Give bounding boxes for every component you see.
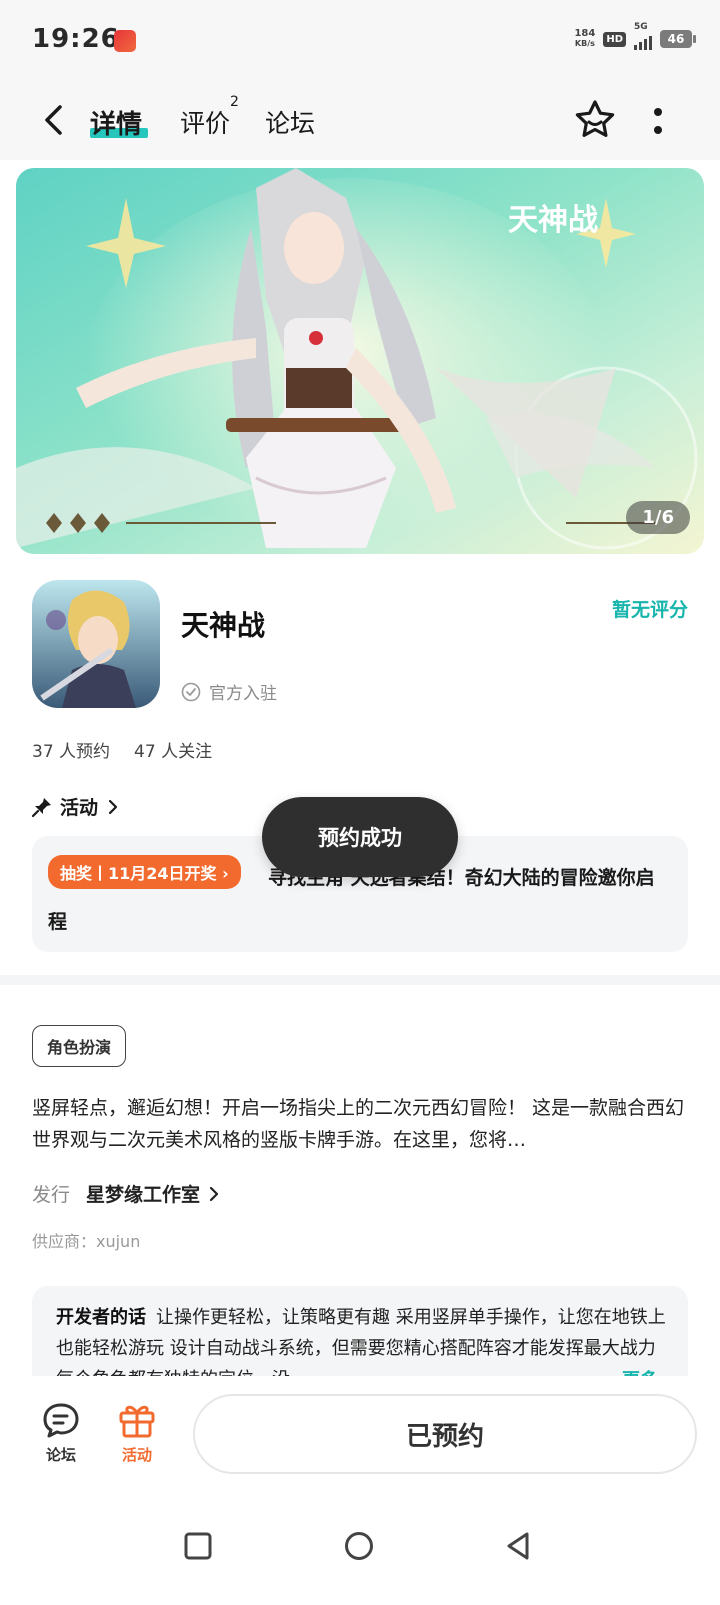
banner-watermark-text: 天神战 <box>508 203 598 238</box>
network-type: 5G <box>634 22 648 32</box>
official-label: 官方入驻 <box>209 684 277 704</box>
publisher-name-text: 星梦缘工作室 <box>86 1184 201 1206</box>
rating-text: 暂无评分 <box>611 599 688 621</box>
hd-icon: HD <box>603 31 626 47</box>
more-options-icon[interactable] <box>652 106 664 136</box>
pin-icon <box>32 797 51 817</box>
status-indicators: 184 KB/s HD 5G 46 <box>574 22 696 50</box>
app-icon <box>32 580 160 708</box>
back-arrow-icon[interactable] <box>36 102 72 138</box>
publisher-label: 发行 <box>32 1184 71 1206</box>
network-speed-value: 184 <box>574 28 596 39</box>
activity-header[interactable]: 活动 <box>32 793 120 820</box>
genre-tag[interactable]: 角色扮演 <box>32 1025 127 1067</box>
forum-button[interactable]: 论坛 <box>31 1400 91 1465</box>
banner-carousel[interactable]: 天神战 1/6 <box>16 168 704 554</box>
activity-heading: 活动 <box>60 797 99 819</box>
publisher-name: 星梦缘工作室 <box>86 1180 220 1207</box>
developer-notes-text: 让操作更轻松，让策略更有趣 采用竖屏单手操作，让您在地铁上也能轻松游玩 设计自动… <box>56 1307 666 1376</box>
battery-icon: 46 <box>660 30 696 48</box>
recent-apps-icon[interactable] <box>182 1530 214 1562</box>
favorite-star-icon[interactable] <box>572 97 618 143</box>
tab-details[interactable]: 详情 <box>90 104 142 141</box>
forum-chat-icon <box>43 1403 79 1438</box>
network-speed: 184 KB/s <box>574 29 595 49</box>
verified-check-icon <box>181 682 201 701</box>
banner-image: 天神战 <box>16 168 704 554</box>
developer-notes: 开发者的话 让操作更轻松，让策略更有趣 采用竖屏单手操作，让您在地铁上也能轻松游玩… <box>56 1302 666 1376</box>
home-icon[interactable] <box>343 1530 375 1562</box>
chevron-right-icon <box>209 1186 219 1201</box>
notification-app-icon <box>114 30 136 52</box>
reserved-button[interactable]: 已预约 <box>193 1394 697 1474</box>
reservation-count: 37 人预约 <box>32 742 111 762</box>
back-triangle-icon[interactable] <box>503 1530 535 1562</box>
network-speed-unit: KB/s <box>574 39 595 48</box>
status-bar: 19:26 184 KB/s HD 5G 46 <box>0 0 720 80</box>
developer-notes-label: 开发者的话 <box>56 1307 146 1328</box>
activity-button[interactable]: 活动 <box>107 1400 167 1465</box>
tab-reviews[interactable]: 评价 <box>180 104 230 140</box>
follower-count: 47 人关注 <box>134 742 213 762</box>
gift-icon <box>119 1405 155 1438</box>
more-link[interactable]: 更多 <box>616 1366 658 1376</box>
developer-notes-card[interactable]: 开发者的话 让操作更轻松，让策略更有趣 采用竖屏单手操作，让您在地铁上也能轻松游玩… <box>32 1286 688 1376</box>
game-description[interactable]: 竖屏轻点，邂逅幻想！开启一场指尖上的二次元西幻冒险！ 这是一款融合西幻世界观与二… <box>32 1092 692 1156</box>
activity-label: 活动 <box>121 1446 152 1464</box>
lottery-tag[interactable]: 抽奖丨11月24日开奖 › <box>48 855 241 889</box>
app-stats: 37 人预约 47 人关注 <box>32 737 212 762</box>
top-nav: 详情 评价 2 论坛 <box>0 80 720 160</box>
reservation-success-toast: 预约成功 <box>262 797 458 877</box>
reviews-count-badge: 2 <box>230 94 239 110</box>
chevron-right-icon <box>108 799 118 814</box>
supplier-info: 供应商：xujun <box>32 1232 141 1251</box>
app-name: 天神战 <box>181 609 266 642</box>
status-time: 19:26 <box>32 24 120 54</box>
system-navigation-bar <box>0 1500 720 1605</box>
signal-icon: 5G <box>634 22 652 50</box>
bottom-action-bar: 论坛 活动 已预约 <box>0 1376 720 1496</box>
forum-label: 论坛 <box>45 1446 76 1464</box>
section-divider <box>0 975 720 985</box>
official-badge: 官方入驻 <box>181 679 277 704</box>
banner-page-counter: 1/6 <box>626 501 690 534</box>
publisher-row[interactable]: 发行 星梦缘工作室 <box>32 1180 220 1207</box>
lottery-tag-label: 抽奖丨11月24日开奖 <box>60 864 217 883</box>
tab-forum[interactable]: 论坛 <box>265 104 315 140</box>
